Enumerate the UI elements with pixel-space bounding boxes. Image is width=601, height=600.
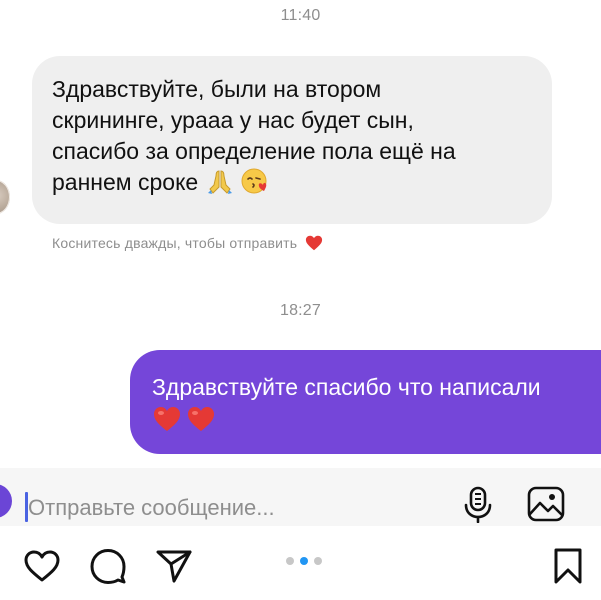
bookmark-icon[interactable] — [548, 546, 588, 586]
carousel-dot — [286, 557, 294, 565]
share-icon[interactable] — [154, 546, 194, 586]
double-tap-hint: Коснитесь дважды, чтобы отправить — [52, 234, 323, 252]
camera-icon[interactable] — [0, 484, 12, 518]
comment-icon[interactable] — [88, 546, 128, 586]
post-action-bar — [0, 526, 601, 600]
timestamp: 11:40 — [280, 7, 321, 24]
message-composer — [0, 468, 601, 526]
incoming-message-bubble[interactable]: Здравствуйте, были на втором скрининге, … — [32, 56, 552, 224]
outgoing-emoji-row — [152, 404, 601, 434]
gallery-icon[interactable] — [526, 484, 566, 524]
microphone-icon[interactable] — [458, 484, 498, 524]
carousel-indicator — [286, 557, 322, 565]
message-input[interactable] — [28, 492, 428, 524]
hint-text: Коснитесь дважды, чтобы отправить — [52, 235, 298, 251]
red-heart-emoji — [188, 407, 214, 431]
carousel-dot — [314, 557, 322, 565]
red-heart-emoji — [154, 407, 180, 431]
outgoing-message-text: Здравствуйте спасибо что написали — [152, 374, 541, 400]
heart-icon[interactable] — [22, 546, 62, 586]
folded-hands-emoji — [207, 170, 232, 194]
red-heart-icon[interactable] — [305, 234, 323, 252]
face-blowing-kiss-emoji — [241, 168, 267, 194]
timestamp: 18:27 — [279, 302, 322, 319]
carousel-dot-active — [300, 557, 308, 565]
avatar[interactable] — [0, 180, 10, 214]
outgoing-message-bubble[interactable]: Здравствуйте спасибо что написали — [130, 350, 601, 454]
